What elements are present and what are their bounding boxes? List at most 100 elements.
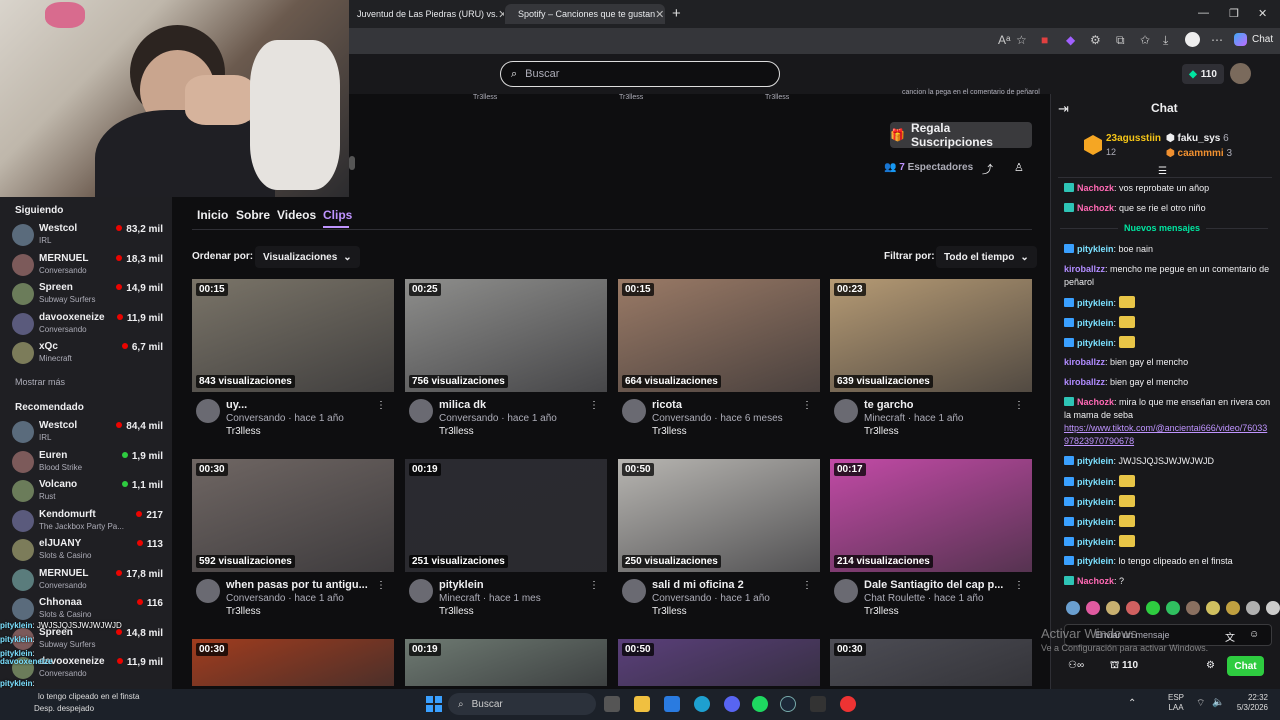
sort-dropdown[interactable]: Visualizaciones ⌄	[255, 246, 360, 268]
maximize-icon[interactable]: ❐	[1229, 7, 1239, 20]
more-options-icon[interactable]: ⋮	[589, 580, 599, 591]
sidebar-channel[interactable]: Spreen Subway Surfers 14,9 mil	[12, 280, 168, 309]
clip-channel[interactable]: Tr3lless	[864, 426, 899, 437]
collapse-chat-icon[interactable]: ⇥	[1058, 101, 1069, 117]
extensions-icon[interactable]: ⚙	[1090, 33, 1101, 47]
chat-username[interactable]: pityklein	[1077, 477, 1114, 487]
clip-thumbnail[interactable]: 00:25 756 visualizaciones	[405, 279, 607, 392]
windows-start-icon[interactable]	[426, 696, 442, 712]
emote-picker-icon[interactable]: ☺	[1249, 629, 1259, 640]
sidebar-channel[interactable]: davooxeneize Conversando 11,9 mil	[12, 310, 168, 339]
clip-thumbnail[interactable]: 00:19	[405, 639, 607, 686]
close-icon[interactable]: ✕	[498, 8, 504, 21]
search-input[interactable]: ⌕ Buscar	[500, 61, 780, 87]
avatar[interactable]	[834, 399, 858, 423]
clip-channel[interactable]: Tr3lless	[652, 606, 687, 617]
clip-thumbnail[interactable]: 00:30	[192, 639, 394, 686]
tray-icons[interactable]: ⌃	[1128, 698, 1136, 709]
clip-card[interactable]: 00:15 664 visualizaciones ricota Conversand…	[618, 279, 820, 437]
sidebar-channel[interactable]: Chhonaa Slots & Casino 116	[12, 595, 168, 624]
more-options-icon[interactable]: ⋮	[802, 580, 812, 591]
weather-text[interactable]: Desp. despejado	[34, 704, 94, 713]
follow-icon[interactable]: ♙	[1014, 161, 1024, 174]
emote-icon[interactable]	[1106, 601, 1120, 615]
points-icon[interactable]: ⚇∞	[1068, 660, 1084, 671]
chat-username[interactable]: kiroballzz	[1064, 264, 1105, 274]
clip-title[interactable]: milica dk	[439, 399, 589, 411]
filter-dropdown[interactable]: Todo el tiempo ⌄	[936, 246, 1037, 268]
spotify-icon[interactable]	[752, 696, 768, 712]
clip-title[interactable]: sali d mi oficina 2	[652, 579, 802, 591]
browser-tab-spotify[interactable]: Spotify – Canciones que te gustan ✕	[505, 4, 665, 24]
clip-thumbnail[interactable]: 00:30	[830, 639, 1032, 686]
sidebar-channel[interactable]: xQc Minecraft 6,7 mil	[12, 339, 168, 368]
chat-username[interactable]: pityklein	[1077, 537, 1114, 547]
clip-card[interactable]: 00:19 251 visualizaciones pityklein Minecra…	[405, 459, 607, 617]
chat-username[interactable]: pityklein	[1077, 517, 1114, 527]
split-screen-icon[interactable]: ⧉	[1116, 33, 1125, 48]
extension-icon[interactable]: ◆	[1066, 33, 1075, 47]
more-options-icon[interactable]: ⋮	[1014, 580, 1024, 591]
wifi-icon[interactable]: ⌔	[1196, 697, 1205, 710]
clip-channel[interactable]: Tr3lless	[439, 426, 474, 437]
tab-sobre[interactable]: Sobre	[236, 208, 270, 222]
chat-username[interactable]: Nachozk	[1077, 397, 1114, 407]
clip-title[interactable]: te garcho	[864, 399, 1014, 411]
avatar[interactable]	[622, 399, 646, 423]
emote-icon[interactable]	[1266, 601, 1280, 615]
clip-thumbnail[interactable]: 00:17 214 visualizaciones	[830, 459, 1032, 572]
clip-thumbnail[interactable]: 00:15 843 visualizaciones	[192, 279, 394, 392]
more-options-icon[interactable]: ⋮	[589, 400, 599, 411]
epic-games-icon[interactable]	[810, 696, 826, 712]
chat-username[interactable]: kiroballzz	[1064, 357, 1105, 367]
avatar[interactable]	[622, 579, 646, 603]
more-options-icon[interactable]: ⋮	[802, 400, 812, 411]
more-icon[interactable]: ⋯	[1211, 33, 1223, 47]
show-more-link[interactable]: Mostrar más	[15, 377, 65, 387]
read-aloud-icon[interactable]: Aᵃ	[998, 33, 1010, 47]
clip-title[interactable]: when pasas por tu antigu...	[226, 579, 376, 591]
discord-icon[interactable]	[724, 696, 740, 712]
clock[interactable]: 22:32 5/3/2026	[1232, 693, 1268, 713]
emote-icon[interactable]	[1166, 601, 1180, 615]
clip-thumbnail[interactable]: 00:50	[618, 639, 820, 686]
favorites-icon[interactable]: ✩	[1140, 33, 1150, 47]
file-explorer-icon[interactable]	[634, 696, 650, 712]
settings-icon[interactable]: ⚙	[1206, 660, 1215, 671]
store-icon[interactable]	[664, 696, 680, 712]
clip-card[interactable]: 00:17 214 visualizaciones Dale Santiagito …	[830, 459, 1032, 617]
clip-title[interactable]: ricota	[652, 399, 802, 411]
chat-username[interactable]: Nachozk	[1077, 183, 1114, 193]
taskbar-search[interactable]: ⌕ Buscar	[448, 693, 596, 715]
sidebar-channel[interactable]: MERNUEL Conversando 17,8 mil	[12, 566, 168, 595]
more-options-icon[interactable]: ⋮	[376, 580, 386, 591]
send-chat-button[interactable]: Chat	[1227, 656, 1264, 676]
browser-tab-juventud[interactable]: Juventud de Las Piedras (URU) vs. ✕	[349, 4, 504, 24]
chat-link[interactable]: https://www.tiktok.com/@ancientai666/vid…	[1064, 422, 1272, 448]
edge-icon[interactable]	[694, 696, 710, 712]
chat-username[interactable]: Nachozk	[1077, 576, 1114, 586]
gift-subs-button[interactable]: 🎁 Regala Suscripciones	[890, 121, 1032, 149]
chat-username[interactable]: pityklein	[1077, 556, 1114, 566]
share-icon[interactable]: ⤴	[982, 161, 993, 177]
emote-icon[interactable]	[1226, 601, 1240, 615]
clip-channel[interactable]: Tr3lless	[226, 606, 261, 617]
close-window-icon[interactable]: ✕	[1258, 7, 1267, 20]
clip-card[interactable]: 00:30	[192, 639, 394, 686]
emote-icon[interactable]	[1206, 601, 1220, 615]
clip-thumbnail[interactable]: 00:30 592 visualizaciones	[192, 459, 394, 572]
app-icon[interactable]	[840, 696, 856, 712]
clip-card[interactable]: 00:25 756 visualizaciones milica dk Convers…	[405, 279, 607, 437]
emote-icon[interactable]	[1086, 601, 1100, 615]
tab-videos[interactable]: Videos	[277, 208, 316, 222]
language-indicator[interactable]: ESP LAA	[1168, 693, 1184, 713]
volume-icon[interactable]: 🔈	[1212, 697, 1224, 708]
task-view-icon[interactable]	[604, 696, 620, 712]
sidebar-channel[interactable]: Euren Blood Strike 1,9 mil	[12, 448, 168, 477]
chat-username[interactable]: pityklein	[1077, 497, 1114, 507]
bits-button[interactable]: ◆ 110	[1182, 64, 1224, 84]
clip-channel[interactable]: Tr3lless	[864, 606, 899, 617]
emote-icon[interactable]	[1126, 601, 1140, 615]
new-tab-button[interactable]: +	[672, 5, 681, 22]
sidebar-channel[interactable]: Westcol IRL 84,4 mil	[12, 418, 168, 447]
